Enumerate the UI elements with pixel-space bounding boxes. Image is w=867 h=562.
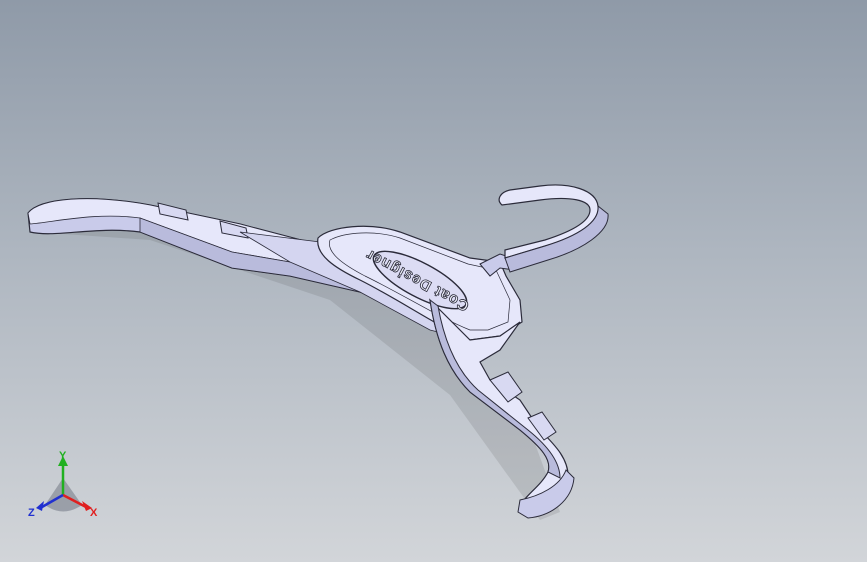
y-axis-label: Y (59, 450, 67, 462)
x-axis-label: X (90, 507, 98, 519)
orientation-triad[interactable]: Y X Z (28, 450, 98, 519)
z-axis-arrow (36, 501, 44, 511)
hanger-model[interactable]: Coat Designer Y X Z (0, 0, 867, 562)
graphics-viewport[interactable]: Coat Designer Y X Z (0, 0, 867, 562)
z-axis-label: Z (28, 507, 35, 519)
